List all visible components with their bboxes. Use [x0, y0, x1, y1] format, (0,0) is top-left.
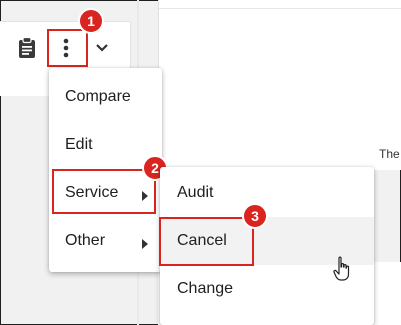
submenu-item-label: Audit [177, 184, 214, 201]
background-text: The [379, 147, 400, 161]
chevron-down-icon[interactable] [91, 36, 113, 60]
menu-item-other[interactable]: Other [49, 217, 162, 265]
step-2-highlight [52, 169, 156, 214]
step-3-highlight [159, 217, 254, 266]
submenu-item-audit[interactable]: Audit [160, 169, 374, 217]
clipboard-icon[interactable] [16, 36, 38, 60]
hand-pointer-icon [333, 256, 351, 282]
menu-item-compare[interactable]: Compare [49, 73, 162, 121]
step-1-highlight [47, 29, 88, 67]
content-panel [158, 0, 401, 170]
step-1-badge: 1 [78, 8, 104, 34]
caret-right-icon [142, 236, 148, 254]
menu-item-label: Edit [65, 136, 93, 153]
menu-item-label: Compare [65, 88, 131, 105]
menu-item-label: Other [65, 232, 106, 249]
step-3-badge: 3 [242, 203, 268, 229]
submenu-item-label: Change [177, 280, 234, 297]
panel-top-border [159, 8, 401, 9]
